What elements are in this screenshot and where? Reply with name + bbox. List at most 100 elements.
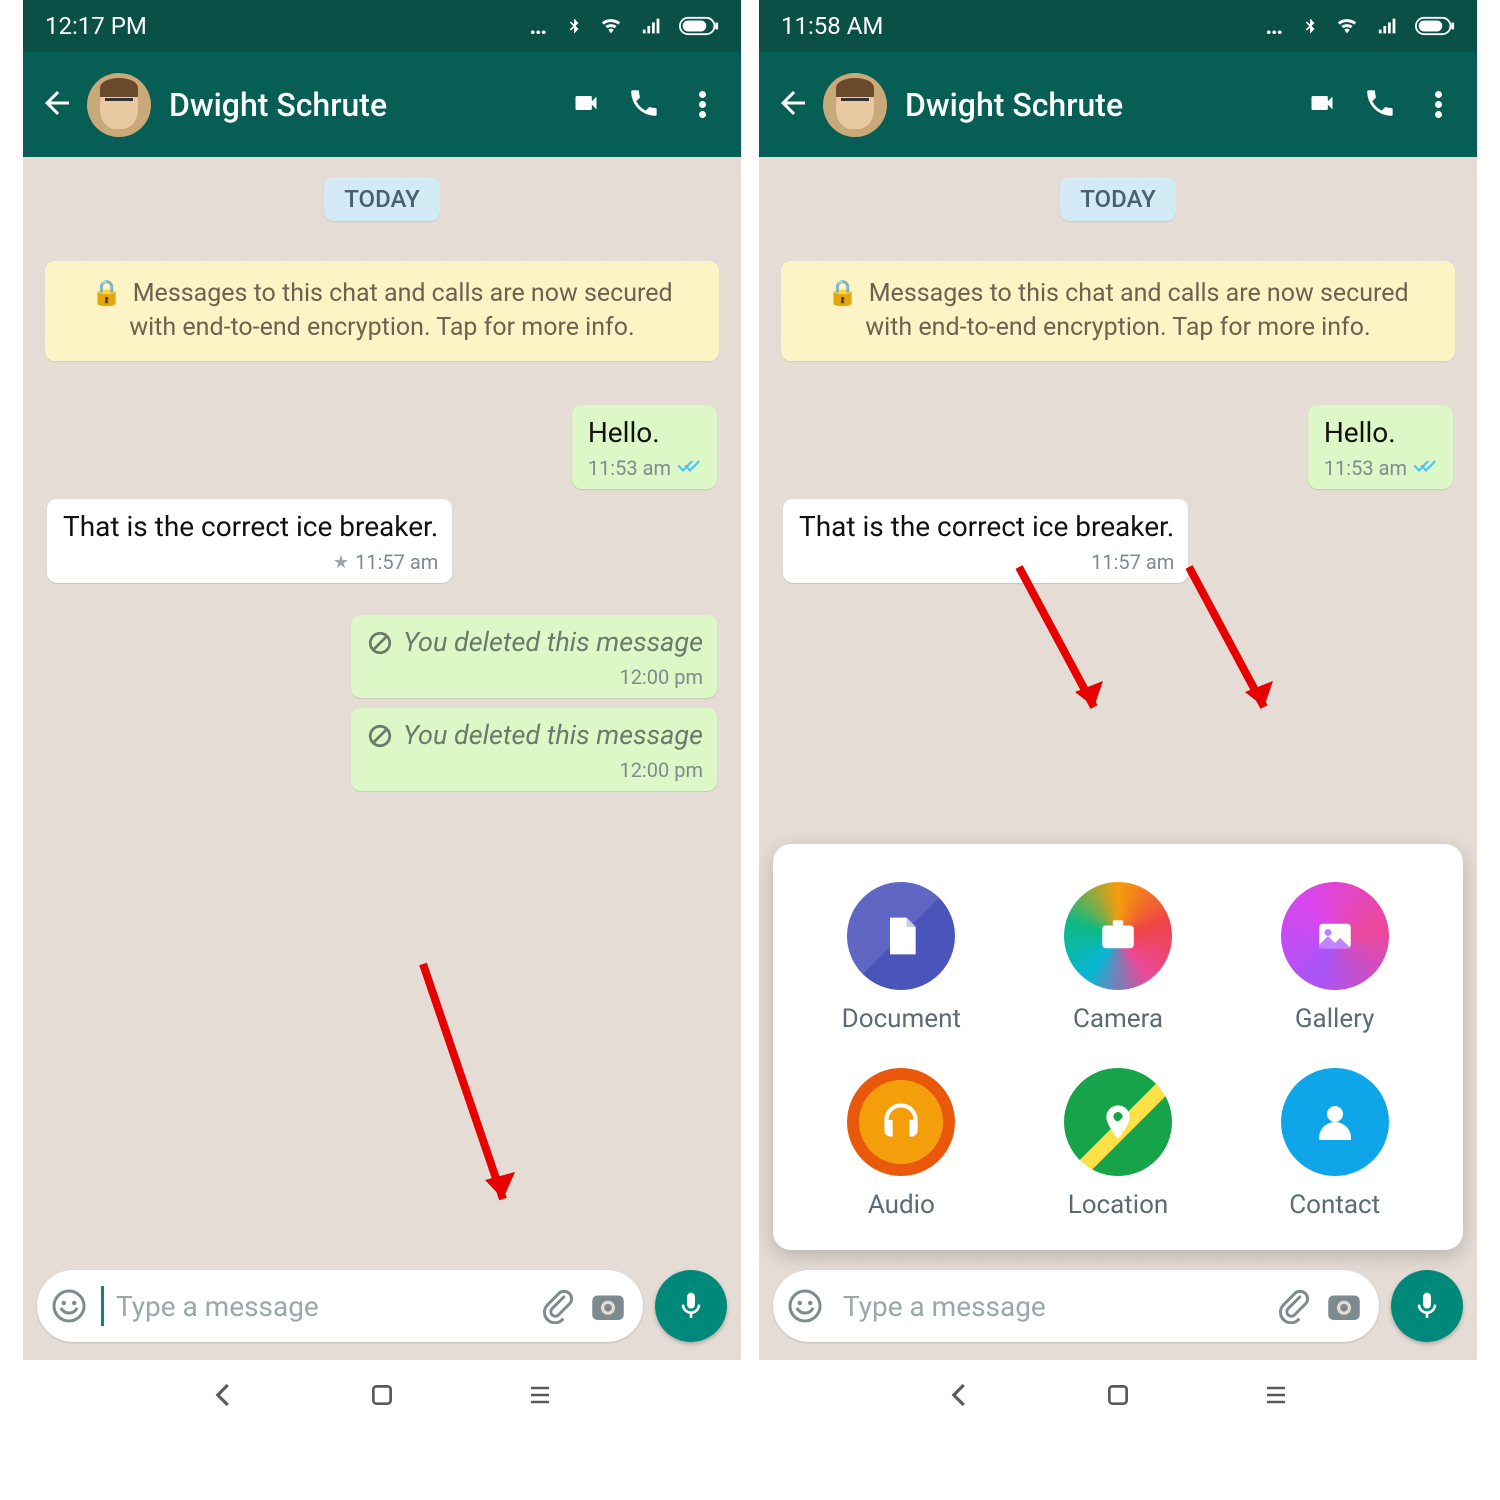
message-deleted-2[interactable]: You deleted this message 12:00 pm: [351, 708, 717, 791]
date-chip: TODAY: [1060, 177, 1176, 221]
bluetooth-icon: [565, 13, 583, 39]
encryption-notice[interactable]: 🔒 Messages to this chat and calls are no…: [45, 261, 719, 361]
nav-home-icon[interactable]: [1105, 1382, 1131, 1408]
attach-contact[interactable]: Contact: [1226, 1068, 1443, 1220]
more-dots-icon: …: [529, 12, 549, 40]
status-time: 11:58 AM: [781, 12, 883, 40]
mic-button[interactable]: [655, 1270, 727, 1342]
battery-icon: [679, 16, 719, 36]
camera-icon: [1064, 882, 1172, 990]
camera-icon[interactable]: [587, 1285, 629, 1327]
lock-icon: 🔒: [91, 279, 122, 308]
nav-home-icon[interactable]: [369, 1382, 395, 1408]
read-ticks-icon: [1413, 455, 1439, 481]
message-out-1[interactable]: Hello. 11:53 am: [572, 405, 717, 489]
input-placeholder: Type a message: [843, 1290, 1263, 1323]
lock-icon: 🔒: [827, 279, 858, 308]
attach-gallery[interactable]: Gallery: [1226, 882, 1443, 1034]
attach-label: Gallery: [1295, 1004, 1375, 1034]
message-out-1[interactable]: Hello. 11:53 am: [1308, 405, 1453, 489]
attach-label: Document: [842, 1004, 961, 1034]
star-icon: ★: [333, 551, 349, 574]
wifi-icon: [597, 15, 625, 37]
bluetooth-icon: [1301, 13, 1319, 39]
input-placeholder: Type a message: [116, 1290, 527, 1323]
wifi-icon: [1333, 15, 1361, 37]
voice-call-button[interactable]: [1357, 86, 1403, 124]
contact-avatar[interactable]: [87, 73, 151, 137]
android-navbar: [759, 1360, 1477, 1430]
attach-audio[interactable]: Audio: [793, 1068, 1010, 1220]
camera-icon[interactable]: [1323, 1285, 1365, 1327]
nav-back-icon[interactable]: [945, 1380, 975, 1410]
video-call-button[interactable]: [563, 89, 609, 121]
attach-label: Contact: [1289, 1190, 1380, 1220]
phone-right: 11:58 AM … Dwight Schrute T: [759, 0, 1477, 1430]
nav-recent-icon[interactable]: [1261, 1383, 1291, 1407]
attach-document[interactable]: Document: [793, 882, 1010, 1034]
status-icons: …: [1265, 12, 1455, 40]
annotation-arrow: [393, 954, 533, 1248]
back-button[interactable]: [39, 85, 75, 125]
emoji-icon[interactable]: [51, 1288, 87, 1324]
mic-button[interactable]: [1391, 1270, 1463, 1342]
blocked-icon: [367, 630, 393, 656]
status-icons: …: [529, 12, 719, 40]
message-in-1[interactable]: That is the correct ice breaker. ★11:57 …: [47, 499, 452, 583]
attach-label: Audio: [868, 1190, 935, 1220]
message-text: That is the correct ice breaker.: [799, 510, 1174, 543]
emoji-icon[interactable]: [787, 1288, 823, 1324]
status-bar: 12:17 PM …: [23, 0, 741, 52]
more-dots-icon: …: [1265, 12, 1285, 40]
message-text: You deleted this message: [403, 625, 703, 660]
blocked-icon: [367, 723, 393, 749]
message-time: 11:53 am: [1324, 455, 1407, 481]
back-button[interactable]: [775, 85, 811, 125]
chat-header: Dwight Schrute: [759, 52, 1477, 157]
status-time: 12:17 PM: [45, 12, 147, 40]
chat-header: Dwight Schrute: [23, 52, 741, 157]
nav-back-icon[interactable]: [209, 1380, 239, 1410]
video-call-button[interactable]: [1299, 89, 1345, 121]
message-deleted-1[interactable]: You deleted this message 12:00 pm: [351, 615, 717, 698]
message-text: Hello.: [1324, 416, 1396, 449]
voice-call-button[interactable]: [621, 86, 667, 124]
menu-button[interactable]: [679, 91, 725, 118]
chat-body[interactable]: TODAY 🔒 Messages to this chat and calls …: [759, 157, 1477, 1258]
attachment-icon[interactable]: [1275, 1288, 1311, 1324]
message-text: Hello.: [588, 416, 660, 449]
attach-location[interactable]: Location: [1010, 1068, 1227, 1220]
message-time: 12:00 pm: [619, 757, 703, 783]
message-time: 12:00 pm: [619, 664, 703, 690]
phone-left: 12:17 PM … Dwight Schrute T: [23, 0, 741, 1430]
message-in-1[interactable]: That is the correct ice breaker. 11:57 a…: [783, 499, 1188, 583]
message-input[interactable]: Type a message: [773, 1270, 1379, 1342]
gallery-icon: [1281, 882, 1389, 990]
attachment-icon[interactable]: [539, 1288, 575, 1324]
signal-icon: [639, 15, 665, 37]
signal-icon: [1375, 15, 1401, 37]
message-input[interactable]: Type a message: [37, 1270, 643, 1342]
contact-avatar[interactable]: [823, 73, 887, 137]
contact-name[interactable]: Dwight Schrute: [905, 86, 1287, 124]
contact-icon: [1281, 1068, 1389, 1176]
nav-recent-icon[interactable]: [525, 1383, 555, 1407]
encryption-notice[interactable]: 🔒 Messages to this chat and calls are no…: [781, 261, 1455, 361]
annotation-arrow: [999, 557, 1119, 741]
document-icon: [847, 882, 955, 990]
contact-name[interactable]: Dwight Schrute: [169, 86, 551, 124]
battery-icon: [1415, 16, 1455, 36]
date-chip: TODAY: [324, 177, 440, 221]
input-row: Type a message: [759, 1258, 1477, 1360]
chat-body[interactable]: TODAY 🔒 Messages to this chat and calls …: [23, 157, 741, 1258]
status-bar: 11:58 AM …: [759, 0, 1477, 52]
audio-icon: [847, 1068, 955, 1176]
menu-button[interactable]: [1415, 91, 1461, 118]
attach-camera[interactable]: Camera: [1010, 882, 1227, 1034]
message-text: You deleted this message: [403, 718, 703, 753]
attachment-panel: Document Camera Gallery Audio: [773, 844, 1463, 1250]
location-icon: [1064, 1068, 1172, 1176]
message-time: 11:53 am: [588, 455, 671, 481]
annotation-arrow: [1169, 557, 1289, 741]
read-ticks-icon: [677, 455, 703, 481]
